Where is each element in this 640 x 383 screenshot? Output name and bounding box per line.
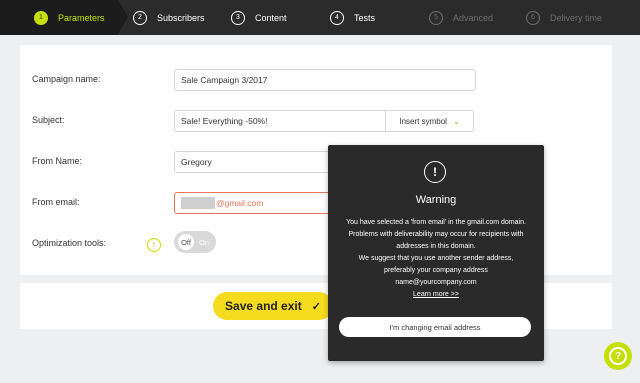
step-number: 1 bbox=[34, 10, 48, 25]
from-name-label: From Name: bbox=[32, 156, 83, 166]
from-email-input[interactable]: @gmail.com bbox=[174, 192, 334, 214]
help-button[interactable]: ? bbox=[604, 342, 632, 370]
warning-modal: ! Warning You have selected a 'from emai… bbox=[328, 145, 544, 361]
redacted-username bbox=[181, 197, 215, 209]
step-label: Subscribers bbox=[157, 12, 205, 23]
warning-line: name@yourcompany.com bbox=[395, 279, 477, 286]
step-content[interactable]: 3 Content bbox=[231, 0, 287, 35]
save-and-exit-button[interactable]: Save and exit ✓ bbox=[213, 292, 333, 320]
warning-line: We suggest that you use another sender a… bbox=[358, 255, 514, 262]
subject-label: Subject: bbox=[32, 115, 65, 125]
info-icon[interactable]: ! bbox=[147, 238, 161, 252]
subject-input[interactable]: Sale! Everything -50%! Insert symbol ⌄ bbox=[174, 110, 474, 132]
campaign-name-input[interactable]: Sale Campaign 3/2017 bbox=[174, 69, 476, 91]
warning-message: You have selected a 'from email' in the … bbox=[336, 217, 536, 301]
step-label: Tests bbox=[354, 12, 376, 23]
from-email-label: From email: bbox=[32, 197, 80, 207]
step-label: Content bbox=[255, 12, 287, 23]
email-domain: @gmail.com bbox=[216, 198, 264, 208]
step-number: 2 bbox=[133, 10, 147, 25]
step-tests[interactable]: 4 Tests bbox=[330, 0, 375, 35]
step-number: 3 bbox=[231, 10, 245, 25]
changing-email-button[interactable]: I'm changing email address bbox=[339, 317, 531, 337]
insert-symbol-dropdown[interactable]: Insert symbol ⌄ bbox=[385, 111, 473, 131]
insert-symbol-label: Insert symbol bbox=[399, 116, 447, 126]
step-navigation: 1 Parameters 2 Subscribers 3 Content 4 T… bbox=[0, 0, 640, 35]
warning-icon: ! bbox=[424, 161, 446, 183]
step-label: Delivery time bbox=[550, 12, 603, 23]
step-subscribers[interactable]: 2 Subscribers bbox=[133, 0, 205, 35]
step-label: Parameters bbox=[58, 12, 105, 23]
active-step-arrow bbox=[118, 0, 128, 34]
toggle-on-label: On bbox=[199, 237, 210, 247]
step-advanced: 5 Advanced bbox=[429, 0, 493, 35]
toggle-off-knob: Off bbox=[178, 234, 194, 250]
from-name-input[interactable]: Gregory bbox=[174, 151, 334, 173]
save-label: Save and exit bbox=[225, 299, 302, 313]
optimization-tools-label: Optimization tools: bbox=[32, 238, 107, 248]
warning-line: You have selected a 'from email' in the … bbox=[346, 219, 526, 226]
step-number: 5 bbox=[429, 10, 443, 25]
warning-line: addresses in this domain. bbox=[396, 243, 476, 250]
step-number: 4 bbox=[330, 10, 344, 25]
subject-value: Sale! Everything -50%! bbox=[181, 116, 268, 126]
check-icon: ✓ bbox=[311, 300, 321, 313]
step-label: Advanced bbox=[453, 12, 494, 23]
chevron-down-icon: ⌄ bbox=[452, 116, 460, 126]
warning-line: Problems with deliverability may occur f… bbox=[348, 231, 524, 238]
question-icon: ? bbox=[609, 347, 627, 365]
step-parameters[interactable]: 1 Parameters bbox=[34, 0, 105, 35]
learn-more-link[interactable]: Learn more >> bbox=[336, 289, 536, 301]
step-number: 6 bbox=[526, 10, 540, 25]
optimization-toggle[interactable]: Off On bbox=[174, 231, 216, 253]
campaign-name-label: Campaign name: bbox=[32, 74, 101, 84]
warning-line: preferably your company address bbox=[384, 267, 488, 274]
warning-title: Warning bbox=[415, 194, 457, 206]
step-delivery-time: 6 Delivery time bbox=[526, 0, 602, 35]
